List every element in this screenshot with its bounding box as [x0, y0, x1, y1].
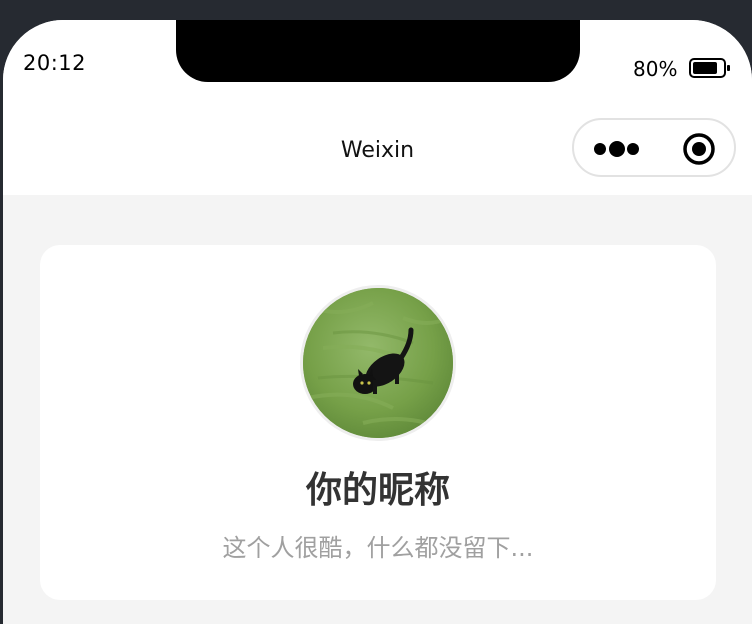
nickname: 你的昵称 [305, 470, 450, 511]
signature: 这个人很酷，什么都没留下... [222, 534, 534, 562]
cat-avatar-image [303, 288, 453, 438]
status-time: 20:12 [23, 51, 87, 75]
profile-card: 你的昵称 这个人很酷，什么都没留下... [40, 245, 716, 600]
phone-notch [176, 20, 580, 82]
more-dots-icon[interactable] [592, 138, 642, 160]
avatar[interactable] [300, 285, 456, 441]
target-close-icon[interactable] [682, 132, 716, 166]
battery-percent: 80% [633, 57, 678, 81]
header-bar: 20:12 80% Weixin [3, 20, 752, 195]
phone-screen: 20:12 80% Weixin 你的昵称 这个人很酷，什么都没留下... [3, 20, 752, 624]
mini-program-capsule [572, 118, 736, 177]
battery-icon [689, 58, 730, 78]
